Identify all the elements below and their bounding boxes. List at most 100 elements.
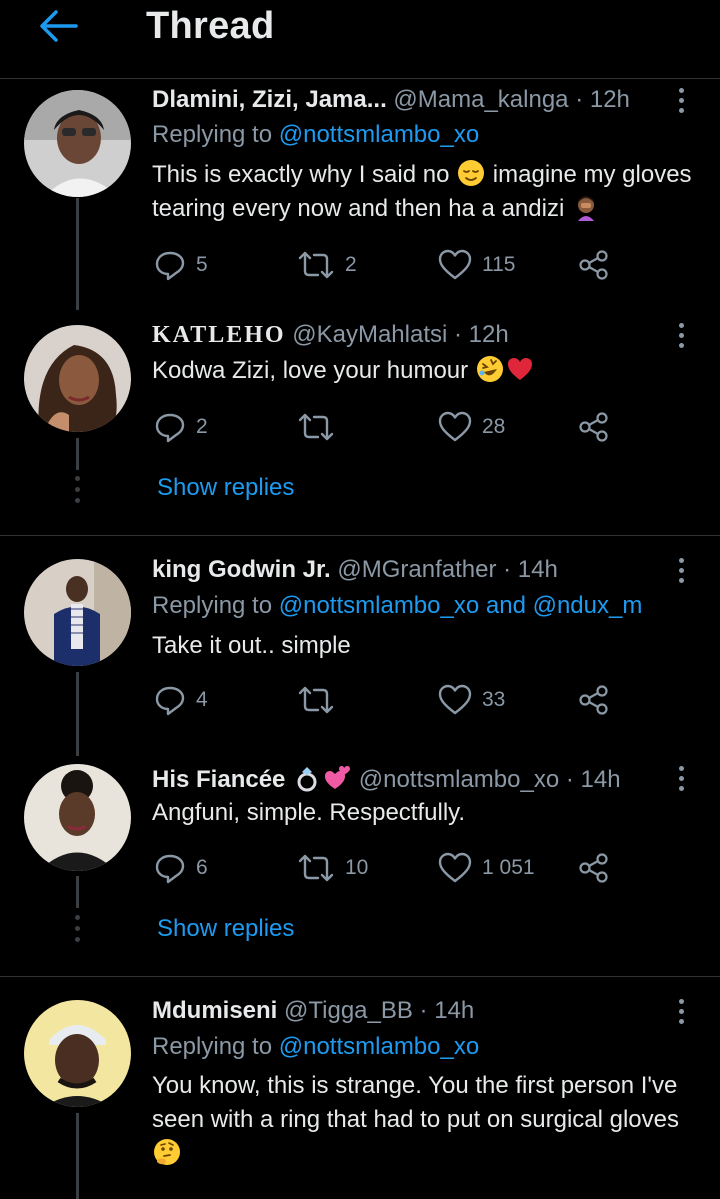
- reply-count: 2: [196, 415, 208, 438]
- display-name[interactable]: king Godwin Jr.: [152, 556, 331, 583]
- show-replies-link[interactable]: Show replies: [157, 474, 294, 502]
- avatar[interactable]: [24, 764, 131, 871]
- tweet-header: KATLEHO @KayMahlatsi · 12h: [152, 321, 509, 349]
- mention-link[interactable]: @nottsmlambo_xo: [279, 1033, 479, 1060]
- share-button[interactable]: [578, 848, 610, 888]
- retweet-count: 2: [345, 253, 357, 276]
- avatar[interactable]: [24, 325, 131, 432]
- tweet-text: Angfuni, simple. Respectfully.: [152, 796, 707, 830]
- tweet-header: Mdumiseni @Tigga_BB · 14h: [152, 997, 474, 1025]
- replying-to: Replying to @nottsmlambo_xo: [152, 1033, 479, 1061]
- heart-icon: [438, 249, 472, 280]
- share-icon: [579, 853, 608, 883]
- like-count: 33: [482, 688, 506, 711]
- more-vertical-icon[interactable]: [671, 558, 691, 586]
- mention-link[interactable]: @nottsmlambo_xo and @ndux_m: [279, 592, 643, 619]
- reply-count: 6: [196, 856, 208, 879]
- display-name[interactable]: Dlamini, Zizi, Jama...: [152, 86, 387, 113]
- tweet[interactable]: king Godwin Jr. @MGranfather · 14h Reply…: [0, 536, 720, 756]
- display-name[interactable]: KATLEHO: [152, 322, 286, 348]
- like-button[interactable]: 33: [438, 680, 505, 720]
- heart-icon: [438, 852, 472, 883]
- handle-time: @Tigga_BB · 14h: [277, 997, 475, 1024]
- two-hearts-emoji: [325, 766, 351, 789]
- share-button[interactable]: [578, 680, 610, 720]
- tweet-text-part: This is exactly why I said no: [152, 161, 450, 188]
- tweet-text: Take it out.. simple: [152, 629, 707, 663]
- relieved-face-emoji: [458, 160, 485, 186]
- like-button[interactable]: 28: [438, 407, 505, 447]
- more-vertical-icon[interactable]: [671, 323, 691, 351]
- tweet-text: You know, this is strange. You the first…: [152, 1069, 707, 1171]
- replying-to: Replying to @nottsmlambo_xo and @ndux_m: [152, 592, 642, 620]
- arrow-left-icon[interactable]: [36, 6, 80, 46]
- share-icon: [579, 685, 608, 715]
- retweet-icon: [298, 413, 334, 441]
- page-title: Thread: [146, 5, 275, 47]
- show-replies-link[interactable]: Show replies: [157, 915, 294, 943]
- tweet-actions: 5 2 115: [152, 245, 632, 285]
- reply-button[interactable]: 6: [154, 848, 208, 888]
- thread-dots: [71, 476, 83, 504]
- display-name[interactable]: His Fiancée: [152, 766, 292, 793]
- share-button[interactable]: [578, 245, 610, 285]
- mention-link[interactable]: @nottsmlambo_xo: [279, 121, 479, 148]
- retweet-button[interactable]: 2: [297, 245, 357, 285]
- avatar[interactable]: [24, 90, 131, 197]
- retweet-icon: [298, 686, 334, 714]
- thread-line: [76, 198, 79, 310]
- like-count: 115: [482, 253, 516, 276]
- thread-line: [76, 438, 79, 470]
- thread-line: [76, 1113, 79, 1199]
- reply-button[interactable]: 5: [154, 245, 208, 285]
- tweet-text-part: You know, this is strange. You the first…: [152, 1072, 679, 1133]
- facepalm-emoji: [577, 196, 594, 221]
- reply-icon: [155, 854, 185, 884]
- reply-count: 4: [196, 688, 208, 711]
- share-icon: [579, 250, 608, 280]
- retweet-button[interactable]: 10: [297, 848, 368, 888]
- share-button[interactable]: [578, 407, 610, 447]
- handle-time: @nottsmlambo_xo · 14h: [352, 766, 621, 793]
- tweet-actions: 2 28: [152, 407, 632, 447]
- ring-emoji: [297, 767, 317, 792]
- tweet-actions: 4 33: [152, 680, 632, 720]
- heart-icon: [438, 411, 472, 442]
- more-vertical-icon[interactable]: [671, 766, 691, 794]
- avatar[interactable]: [24, 559, 131, 666]
- more-vertical-icon[interactable]: [671, 88, 691, 116]
- tweet-text: This is exactly why I said no imagine my…: [152, 158, 707, 226]
- reply-button[interactable]: 2: [154, 407, 208, 447]
- avatar[interactable]: [24, 1000, 131, 1107]
- display-name[interactable]: Mdumiseni: [152, 997, 277, 1024]
- tweet-header: Dlamini, Zizi, Jama... @Mama_kalnga · 12…: [152, 86, 630, 114]
- tweet-text: Kodwa Zizi, love your humour: [152, 354, 707, 388]
- reply-icon: [155, 413, 185, 443]
- heart-icon: [438, 684, 472, 715]
- handle-time: @MGranfather · 14h: [330, 556, 558, 583]
- thread-line: [76, 672, 79, 756]
- replying-to-prefix: Replying to: [152, 592, 279, 619]
- like-count: 1 051: [482, 856, 535, 879]
- retweet-icon: [298, 854, 334, 882]
- replying-to-prefix: Replying to: [152, 1033, 279, 1060]
- replying-to-prefix: Replying to: [152, 121, 279, 148]
- tweet[interactable]: Mdumiseni @Tigga_BB · 14h Replying to @n…: [0, 977, 720, 1199]
- tweet[interactable]: His Fiancée @nottsmlambo_xo · 14h Angfun…: [0, 756, 720, 976]
- tweet-header: king Godwin Jr. @MGranfather · 14h: [152, 556, 558, 584]
- tweet-actions: 6 10 1 051: [152, 848, 632, 888]
- tweet-text-part: Angfuni, simple. Respectfully.: [152, 799, 466, 826]
- rolling-laughing-emoji: [476, 356, 503, 382]
- thread-line: [76, 876, 79, 908]
- like-button[interactable]: 1 051: [438, 848, 535, 888]
- retweet-button[interactable]: [297, 407, 345, 447]
- like-button[interactable]: 115: [438, 245, 515, 285]
- tweet[interactable]: KATLEHO @KayMahlatsi · 12h Kodwa Zizi, l…: [0, 310, 720, 535]
- retweet-button[interactable]: [297, 680, 345, 720]
- more-vertical-icon[interactable]: [671, 999, 691, 1027]
- like-count: 28: [482, 415, 506, 438]
- tweet[interactable]: Dlamini, Zizi, Jama... @Mama_kalnga · 12…: [0, 80, 720, 310]
- red-heart-emoji: [507, 358, 532, 380]
- retweet-icon: [298, 251, 334, 279]
- reply-button[interactable]: 4: [154, 680, 208, 720]
